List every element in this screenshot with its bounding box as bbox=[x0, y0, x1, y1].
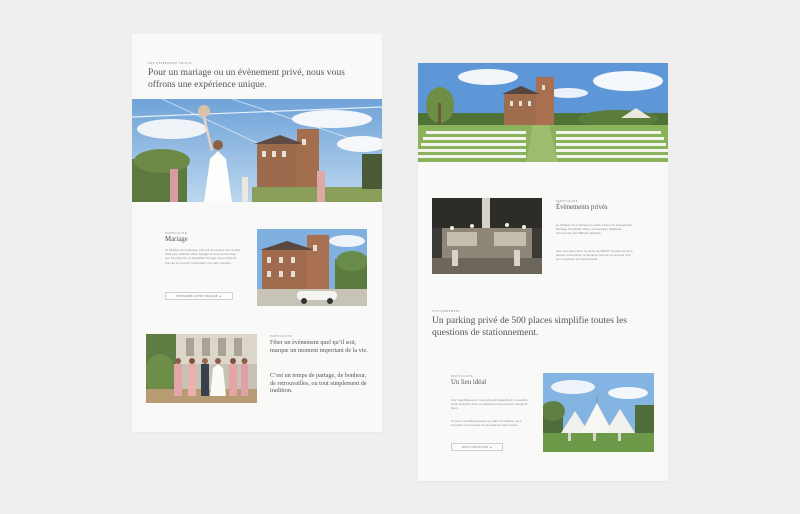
lieu-text-1: Une magnifique pour vous accueillir égal… bbox=[451, 399, 529, 411]
feter-eyebrow: Particulier bbox=[270, 335, 292, 338]
nous-contacter-button-label: Nous contacter bbox=[461, 445, 489, 449]
feter-title: Fêter un évènement quel qu’il soit, marq… bbox=[270, 339, 368, 354]
evenements-text-2: Avec une pièce libre, un jardin de 5000m… bbox=[556, 250, 633, 262]
banquet-table-photo bbox=[432, 198, 542, 274]
lieu-eyebrow: Particulier bbox=[451, 375, 473, 378]
page-left-mockup: Une expérience unique Pour un mariage ou… bbox=[132, 34, 382, 432]
arrow-right-icon: ▸ bbox=[219, 294, 222, 298]
evenements-eyebrow: Particulier bbox=[556, 200, 578, 203]
arrow-right-icon: ▸ bbox=[490, 445, 493, 449]
guests-photo bbox=[146, 334, 257, 403]
hero-photo-bride bbox=[132, 99, 382, 202]
lieu-text-2: Un tout, nos hébergements au cœur du Châ… bbox=[451, 420, 522, 428]
demander-mariage-button[interactable]: Demander votre mariage ▸ bbox=[165, 292, 233, 300]
feter-text: C’est un temps de partage, de bonheur, d… bbox=[270, 372, 367, 395]
tents-photo bbox=[543, 373, 654, 452]
castle-car-photo bbox=[257, 229, 367, 306]
ceremony-chairs-photo bbox=[418, 63, 668, 162]
mariage-text: Le Château de la Sarlaye, entouré de ver… bbox=[165, 249, 241, 265]
demander-mariage-button-label: Demander votre mariage bbox=[176, 294, 218, 298]
parking-eyebrow: Stationnement bbox=[432, 310, 461, 313]
page-right-mockup: Particulier Évènements privés Le Château… bbox=[418, 63, 668, 481]
lieu-title: Un lieu idéal bbox=[451, 379, 487, 386]
parking-title: Un parking privé de 500 places simplifie… bbox=[432, 315, 628, 338]
mariage-eyebrow: Particulier bbox=[165, 232, 187, 235]
nous-contacter-button[interactable]: Nous contacter ▸ bbox=[451, 443, 503, 451]
evenements-title: Évènements privés bbox=[556, 204, 608, 211]
evenements-text-1: Le Château de la Sarlaye accueille à tou… bbox=[556, 224, 634, 236]
mariage-title: Mariage bbox=[165, 236, 188, 243]
intro-title: Pour un mariage ou un évènement privé, n… bbox=[148, 67, 345, 90]
intro-eyebrow: Une expérience unique bbox=[148, 62, 193, 65]
